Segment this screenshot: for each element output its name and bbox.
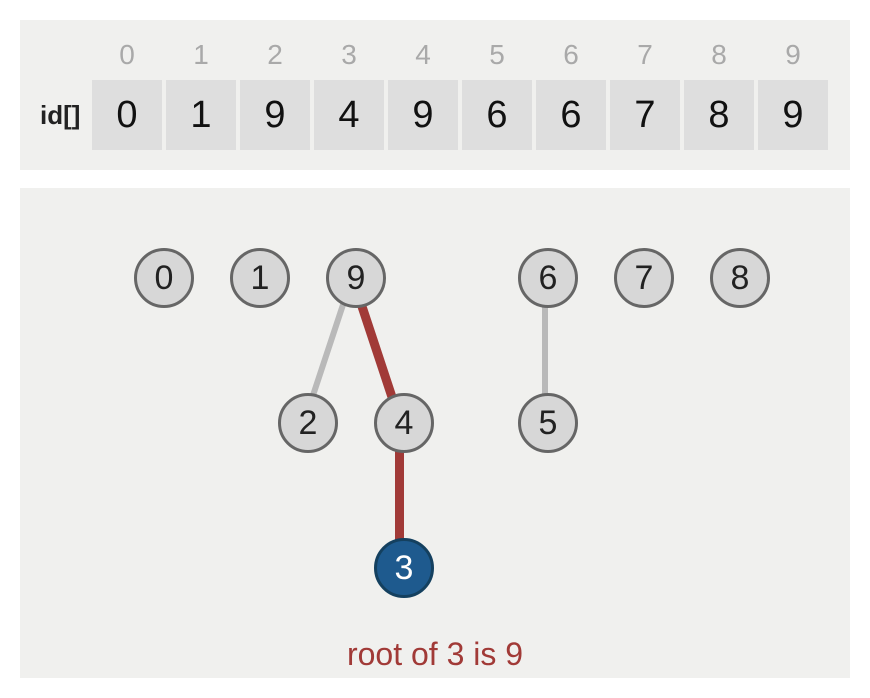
index-cell: 6 (534, 30, 608, 80)
value-cell: 4 (314, 80, 384, 150)
index-cell: 2 (238, 30, 312, 80)
index-cell: 3 (312, 30, 386, 80)
diagram-caption: root of 3 is 9 (20, 636, 850, 673)
value-cell: 8 (684, 80, 754, 150)
tree-node: 5 (518, 393, 578, 453)
index-cells: 0123456789 (90, 30, 830, 80)
tree-node-highlight: 3 (374, 538, 434, 598)
index-cell: 8 (682, 30, 756, 80)
array-value-row: id[] 0194966789 (40, 80, 830, 150)
value-cell: 9 (388, 80, 458, 150)
index-cell: 5 (460, 30, 534, 80)
array-label: id[] (40, 100, 90, 131)
value-cells: 0194966789 (90, 80, 830, 150)
tree-node: 7 (614, 248, 674, 308)
array-panel: 0123456789 id[] 0194966789 (20, 20, 850, 170)
tree-node: 1 (230, 248, 290, 308)
index-cell: 4 (386, 30, 460, 80)
tree-diagram: root of 3 is 9 019 678 24 5 3 (20, 188, 850, 678)
value-cell: 6 (462, 80, 532, 150)
tree-node: 0 (134, 248, 194, 308)
value-cell: 7 (610, 80, 680, 150)
index-cell: 7 (608, 30, 682, 80)
index-cell: 9 (756, 30, 830, 80)
value-cell: 9 (758, 80, 828, 150)
value-cell: 0 (92, 80, 162, 150)
value-cell: 9 (240, 80, 310, 150)
tree-node: 4 (374, 393, 434, 453)
array-index-row: 0123456789 (40, 30, 830, 80)
value-cell: 1 (166, 80, 236, 150)
index-cell: 1 (164, 30, 238, 80)
tree-node: 9 (326, 248, 386, 308)
index-cell: 0 (90, 30, 164, 80)
tree-node: 6 (518, 248, 578, 308)
tree-node: 2 (278, 393, 338, 453)
tree-node: 8 (710, 248, 770, 308)
value-cell: 6 (536, 80, 606, 150)
